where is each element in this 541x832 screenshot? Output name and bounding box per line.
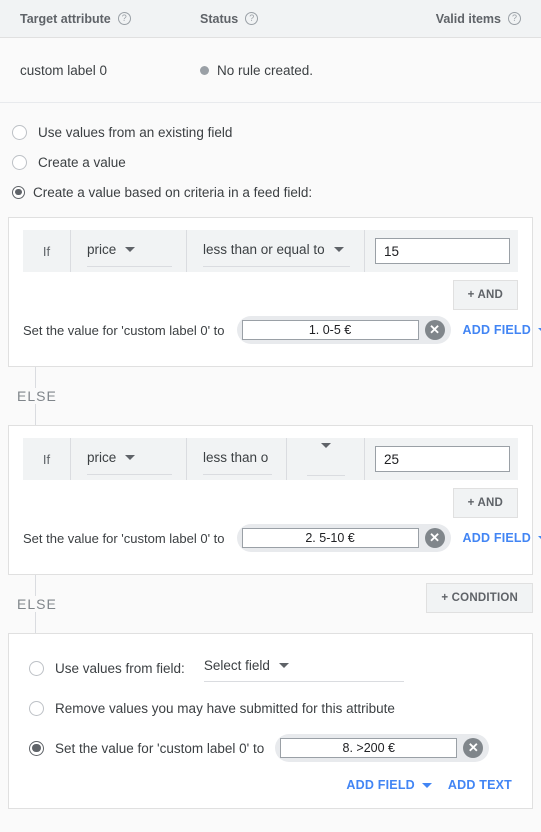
radio-icon[interactable] [29, 660, 44, 676]
add-field-link-3[interactable]: ADD FIELD [346, 778, 432, 792]
operator-dropdown-value: less than o [203, 449, 269, 465]
add-condition-button[interactable]: + CONDITION [426, 583, 533, 613]
status-dot-icon [200, 65, 209, 75]
else-separator-2: ELSE + CONDITION [0, 575, 541, 633]
value-source-options: Use values from an existing field Create… [0, 103, 541, 217]
field-dropdown-1[interactable]: price [71, 230, 187, 272]
value-input-cell-2 [365, 438, 518, 480]
fallback-option-set-value[interactable]: Set the value for 'custom label 0' to ✕ [9, 728, 532, 768]
target-attribute-value: custom label 0 [20, 62, 108, 78]
chevron-down-icon [125, 246, 136, 252]
add-field-label: ADD FIELD [346, 778, 415, 792]
add-text-link-3[interactable]: ADD TEXT [448, 778, 512, 792]
option-label: Use values from an existing field [38, 124, 233, 140]
help-icon[interactable]: ? [245, 12, 259, 25]
fallback-option-use-values-from-field[interactable]: Use values from field: Select field [9, 648, 532, 688]
column-label-status: Status [200, 11, 239, 26]
column-header-target-attribute: Target attribute ? [0, 12, 200, 26]
add-field-label: ADD FIELD [462, 531, 531, 545]
fallback-option-remove-values[interactable]: Remove values you may have submitted for… [9, 688, 532, 728]
add-field-link-1[interactable]: ADD FIELD [463, 323, 541, 337]
chip-value-input[interactable] [241, 320, 419, 340]
help-icon[interactable]: ? [508, 12, 521, 25]
field-dropdown-value: price [87, 241, 117, 257]
condition-card-2: If price less than o + AND [8, 425, 541, 575]
chevron-down-icon [333, 246, 344, 252]
status-text: No rule created. [217, 62, 314, 78]
table-header: Target attribute ? Status ? Valid items … [0, 0, 541, 38]
column-label-valid-items: Valid items [435, 11, 501, 26]
chip-value-input[interactable] [280, 738, 458, 758]
chip-value-input[interactable] [241, 528, 419, 548]
else-label: ELSE [0, 596, 65, 612]
radio-icon-selected[interactable] [12, 185, 25, 199]
feed-rule-editor: Target attribute ? Status ? Valid items … [0, 0, 541, 832]
select-field-value: Select field [203, 658, 270, 673]
condition-card-1: If price less than or equal to + AND Se [8, 217, 541, 367]
add-field-label: ADD FIELD [462, 323, 531, 337]
column-label-target-attribute: Target attribute [20, 11, 111, 26]
set-value-row-2: Set the value for 'custom label 0' to ✕ … [9, 518, 541, 574]
chevron-down-icon [320, 443, 331, 465]
option-label: Use values from field: [55, 660, 185, 676]
attribute-status-row: custom label 0 No rule created. [0, 38, 541, 103]
add-and-button[interactable]: + AND [452, 280, 518, 310]
set-value-label: Set the value for 'custom label 0' to [23, 322, 225, 338]
chevron-down-icon [278, 663, 289, 668]
radio-icon[interactable] [12, 154, 27, 170]
operator-dropdown-1[interactable]: less than or equal to [187, 230, 365, 272]
condition-row-1: If price less than or equal to [23, 230, 518, 272]
help-icon[interactable]: ? [117, 12, 131, 25]
else-label: ELSE [0, 388, 65, 404]
option-label: Remove values you may have submitted for… [55, 700, 395, 716]
condition-row-2: If price less than o [23, 438, 518, 480]
column-header-valid-items: Valid items ? [420, 12, 541, 26]
option-create-value-by-criteria[interactable]: Create a value based on criteria in a fe… [12, 177, 541, 207]
radio-icon[interactable] [29, 700, 44, 716]
set-value-row-1: Set the value for 'custom label 0' to ✕ … [9, 310, 541, 366]
if-label: If [23, 438, 71, 480]
if-label: If [23, 230, 71, 272]
and-button-wrap-1: + AND [9, 272, 532, 310]
close-icon[interactable]: ✕ [463, 738, 484, 758]
chevron-down-icon [421, 782, 432, 788]
else-separator-1: ELSE [0, 367, 541, 425]
operator-caret-cell-2[interactable] [287, 438, 365, 480]
option-label: Create a value based on criteria in a fe… [33, 184, 313, 200]
condition-value-input[interactable] [375, 446, 510, 472]
option-label: Set the value for 'custom label 0' to [55, 740, 265, 756]
column-header-status: Status ? [200, 12, 420, 26]
option-use-existing-field[interactable]: Use values from an existing field [12, 117, 541, 147]
add-and-button[interactable]: + AND [452, 488, 518, 518]
radio-icon-selected[interactable] [29, 740, 44, 756]
value-chip-1: ✕ [236, 316, 451, 344]
field-dropdown-value: price [87, 449, 117, 465]
and-button-wrap-2: + AND [9, 480, 532, 518]
value-chip-2: ✕ [236, 524, 451, 552]
select-field-dropdown[interactable]: Select field [203, 658, 404, 682]
operator-dropdown-value: less than or equal to [203, 241, 325, 257]
option-create-a-value[interactable]: Create a value [12, 147, 541, 177]
value-chip-3: ✕ [275, 734, 490, 762]
close-icon[interactable]: ✕ [424, 528, 445, 548]
field-dropdown-2[interactable]: price [71, 438, 187, 480]
radio-icon[interactable] [12, 124, 27, 140]
status-cell: No rule created. [200, 63, 313, 78]
condition-value-input[interactable] [375, 238, 510, 264]
add-field-link-2[interactable]: ADD FIELD [463, 531, 541, 545]
chevron-down-icon [125, 454, 136, 460]
set-value-label: Set the value for 'custom label 0' to [23, 530, 225, 546]
operator-dropdown-2[interactable]: less than o [187, 438, 287, 480]
value-input-cell-1 [365, 230, 518, 272]
fallback-card: Use values from field: Select field Remo… [8, 633, 533, 809]
close-icon[interactable]: ✕ [424, 320, 445, 340]
fallback-links: ADD FIELD ADD TEXT [9, 768, 532, 792]
option-label: Create a value [38, 154, 126, 170]
